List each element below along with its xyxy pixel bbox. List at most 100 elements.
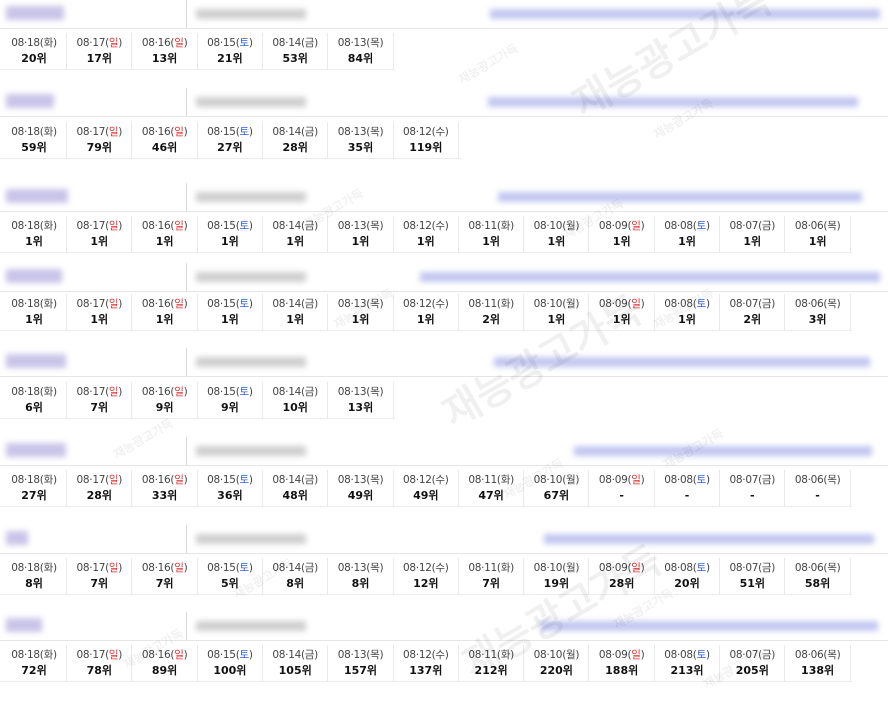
rank-cell: 08·13(목) 35위 bbox=[329, 122, 394, 158]
rank-date: 08·17(일) bbox=[76, 649, 123, 661]
date-md: 08·13 bbox=[337, 386, 367, 398]
rank-value: 1위 bbox=[90, 235, 109, 248]
weekday: 토 bbox=[696, 649, 707, 661]
weekday: 금 bbox=[304, 562, 315, 574]
rank-date: 08·10(월) bbox=[533, 298, 580, 310]
date-md: 08·14 bbox=[272, 649, 301, 661]
rank-value: 84위 bbox=[347, 52, 374, 65]
rank-date: 08·11(화) bbox=[468, 649, 514, 661]
rank-value: 13위 bbox=[347, 401, 374, 414]
rank-cell: 08·13(목) 8위 bbox=[329, 558, 394, 594]
date-md: 08·08 bbox=[664, 298, 693, 310]
date-md: 08·17 bbox=[76, 220, 106, 232]
rank-date: 08·15(토) bbox=[207, 220, 253, 232]
date-md: 08·14 bbox=[272, 37, 301, 49]
weekday: 수 bbox=[435, 649, 445, 661]
rank-cell: 08·16(일) 46위 bbox=[133, 122, 198, 158]
rank-date: 08·12(수) bbox=[403, 649, 449, 661]
redacted-product-link[interactable] bbox=[420, 272, 880, 282]
rank-value: 100위 bbox=[213, 664, 247, 677]
rank-cell: 08·10(월) 19위 bbox=[524, 558, 590, 594]
rank-cell: 08·15(토) 5위 bbox=[198, 558, 263, 594]
rank-value: 1위 bbox=[743, 235, 762, 248]
watermark: 재능광고가득 bbox=[456, 41, 521, 87]
redacted-product-link[interactable] bbox=[544, 534, 874, 544]
date-md: 08·17 bbox=[76, 562, 106, 574]
rank-cell: 08·14(금) 1위 bbox=[263, 216, 329, 252]
rank-value: - bbox=[684, 489, 690, 502]
rank-value: 1위 bbox=[612, 313, 631, 326]
rank-date: 08·11(화) bbox=[468, 298, 514, 310]
weekday: 금 bbox=[761, 220, 772, 232]
weekday: 토 bbox=[696, 474, 707, 486]
rank-date: 08·18(화) bbox=[11, 562, 57, 574]
rank-history-row: 08·18(화) 1위 08·17(일) 1위 08·16(일) 1위 08·15(토) 1위… bbox=[0, 294, 852, 331]
rank-value: 3위 bbox=[808, 313, 827, 326]
redacted-name bbox=[6, 531, 28, 545]
rank-date: 08·17(일) bbox=[76, 474, 123, 486]
rank-cell: 08·17(일) 79위 bbox=[67, 122, 133, 158]
date-md: 08·14 bbox=[272, 298, 301, 310]
rank-cell: 08·06(목) - bbox=[786, 470, 851, 506]
date-md: 08·11 bbox=[468, 220, 497, 232]
redacted-product-link[interactable] bbox=[490, 9, 880, 19]
rank-date: 08·18(화) bbox=[11, 220, 57, 232]
redacted-product-link[interactable] bbox=[498, 192, 862, 202]
rank-date: 08·08(토) bbox=[664, 474, 710, 486]
weekday: 금 bbox=[761, 562, 772, 574]
weekday: 토 bbox=[239, 474, 249, 486]
rank-date: 08·18(화) bbox=[11, 474, 57, 486]
date-md: 08·14 bbox=[272, 220, 301, 232]
rank-value: 17위 bbox=[86, 52, 113, 65]
rank-value: 7위 bbox=[90, 401, 109, 414]
weekday: 일 bbox=[174, 220, 184, 232]
weekday: 월 bbox=[565, 562, 576, 574]
weekday: 금 bbox=[304, 37, 315, 49]
rank-cell: 08·13(목) 13위 bbox=[329, 382, 394, 418]
date-md: 08·12 bbox=[403, 126, 432, 138]
redacted-product-link[interactable] bbox=[488, 97, 858, 107]
weekday: 일 bbox=[108, 562, 119, 574]
rank-date: 08·12(수) bbox=[403, 562, 449, 574]
product-header bbox=[0, 348, 888, 377]
rank-value: 53위 bbox=[282, 52, 308, 65]
weekday: 목 bbox=[827, 220, 837, 232]
weekday: 금 bbox=[304, 474, 315, 486]
rank-date: 08·18(화) bbox=[11, 649, 57, 661]
rank-date: 08·16(일) bbox=[141, 37, 188, 49]
rank-cell: 08·07(금) 51위 bbox=[720, 558, 786, 594]
rank-date: 08·06(목) bbox=[794, 649, 841, 661]
rank-date: 08·14(금) bbox=[272, 220, 318, 232]
rank-date: 08·09(일) bbox=[598, 649, 645, 661]
weekday: 일 bbox=[174, 649, 184, 661]
rank-cell: 08·08(토) 213위 bbox=[655, 645, 720, 681]
redacted-product-link[interactable] bbox=[574, 446, 872, 456]
rank-date: 08·17(일) bbox=[76, 298, 123, 310]
date-md: 08·16 bbox=[141, 562, 171, 574]
date-md: 08·16 bbox=[141, 298, 171, 310]
rank-cell: 08·08(토) - bbox=[655, 470, 720, 506]
rank-date: 08·17(일) bbox=[76, 126, 123, 138]
redacted-product-link[interactable] bbox=[494, 357, 870, 367]
rank-cell: 08·18(화) 1위 bbox=[2, 216, 67, 252]
rank-cell: 08·16(일) 1위 bbox=[133, 216, 198, 252]
weekday: 일 bbox=[174, 562, 184, 574]
date-md: 08·17 bbox=[76, 386, 106, 398]
date-md: 08·17 bbox=[76, 298, 106, 310]
weekday: 일 bbox=[108, 298, 119, 310]
redacted-name bbox=[6, 618, 42, 632]
rank-value: 49위 bbox=[413, 489, 439, 502]
rank-date: 08·12(수) bbox=[403, 126, 449, 138]
weekday: 목 bbox=[370, 298, 380, 310]
weekday: 목 bbox=[370, 649, 380, 661]
redacted-product-link[interactable] bbox=[540, 621, 878, 631]
date-md: 08·10 bbox=[533, 220, 563, 232]
date-md: 08·10 bbox=[533, 298, 563, 310]
weekday: 금 bbox=[761, 474, 772, 486]
rank-cell: 08·11(화) 2위 bbox=[459, 294, 525, 330]
rank-cell: 08·17(일) 7위 bbox=[67, 558, 133, 594]
rank-value: 49위 bbox=[347, 489, 374, 502]
rank-value: 28위 bbox=[608, 577, 635, 590]
rank-date: 08·14(금) bbox=[272, 37, 318, 49]
weekday: 토 bbox=[696, 298, 707, 310]
